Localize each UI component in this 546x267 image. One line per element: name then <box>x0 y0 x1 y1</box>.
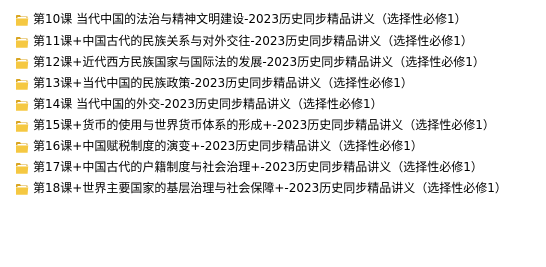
folder-item[interactable]: 第15课+货币的使用与世界货币体系的形成+-2023历史同步精品讲义（选择性必修… <box>0 115 546 136</box>
folder-item[interactable]: 第12课+近代西方民族国家与国际法的发展-2023历史同步精品讲义（选择性必修1… <box>0 52 546 73</box>
folder-name: 第13课+当代中国的民族政策-2023历史同步精品讲义（选择性必修1） <box>33 76 413 90</box>
folder-item[interactable]: 第13课+当代中国的民族政策-2023历史同步精品讲义（选择性必修1） <box>0 73 546 94</box>
folder-icon <box>15 76 29 91</box>
folder-item[interactable]: 第11课+中国古代的民族关系与对外交往-2023历史同步精品讲义（选择性必修1） <box>0 31 546 52</box>
folder-icon <box>15 118 29 133</box>
folder-item[interactable]: 第16课+中国赋税制度的演变+-2023历史同步精品讲义（选择性必修1） <box>0 136 546 157</box>
folder-name: 第10课 当代中国的法治与精神文明建设-2023历史同步精品讲义（选择性必修1） <box>33 12 467 26</box>
folder-name: 第11课+中国古代的民族关系与对外交往-2023历史同步精品讲义（选择性必修1） <box>33 34 473 48</box>
folder-icon <box>15 160 29 175</box>
folder-icon <box>15 97 29 112</box>
folder-item[interactable]: 第14课 当代中国的外交-2023历史同步精品讲义（选择性必修1） <box>0 94 546 115</box>
folder-list: 第10课 当代中国的法治与精神文明建设-2023历史同步精品讲义（选择性必修1）… <box>0 9 546 199</box>
folder-icon <box>15 55 29 70</box>
folder-icon <box>15 34 29 49</box>
folder-item[interactable]: 第18课+世界主要国家的基层治理与社会保障+-2023历史同步精品讲义（选择性必… <box>0 178 546 199</box>
folder-name: 第12课+近代西方民族国家与国际法的发展-2023历史同步精品讲义（选择性必修1… <box>33 55 485 69</box>
folder-icon <box>15 139 29 154</box>
folder-item[interactable]: 第17课+中国古代的户籍制度与社会治理+-2023历史同步精品讲义（选择性必修1… <box>0 157 546 178</box>
folder-name: 第14课 当代中国的外交-2023历史同步精品讲义（选择性必修1） <box>33 97 383 111</box>
folder-name: 第16课+中国赋税制度的演变+-2023历史同步精品讲义（选择性必修1） <box>33 139 423 153</box>
folder-item[interactable]: 第10课 当代中国的法治与精神文明建设-2023历史同步精品讲义（选择性必修1） <box>0 9 546 31</box>
folder-name: 第18课+世界主要国家的基层治理与社会保障+-2023历史同步精品讲义（选择性必… <box>33 181 507 195</box>
folder-icon <box>15 12 29 27</box>
folder-name: 第15课+货币的使用与世界货币体系的形成+-2023历史同步精品讲义（选择性必修… <box>33 118 495 132</box>
folder-name: 第17课+中国古代的户籍制度与社会治理+-2023历史同步精品讲义（选择性必修1… <box>33 160 483 174</box>
folder-icon <box>15 181 29 196</box>
